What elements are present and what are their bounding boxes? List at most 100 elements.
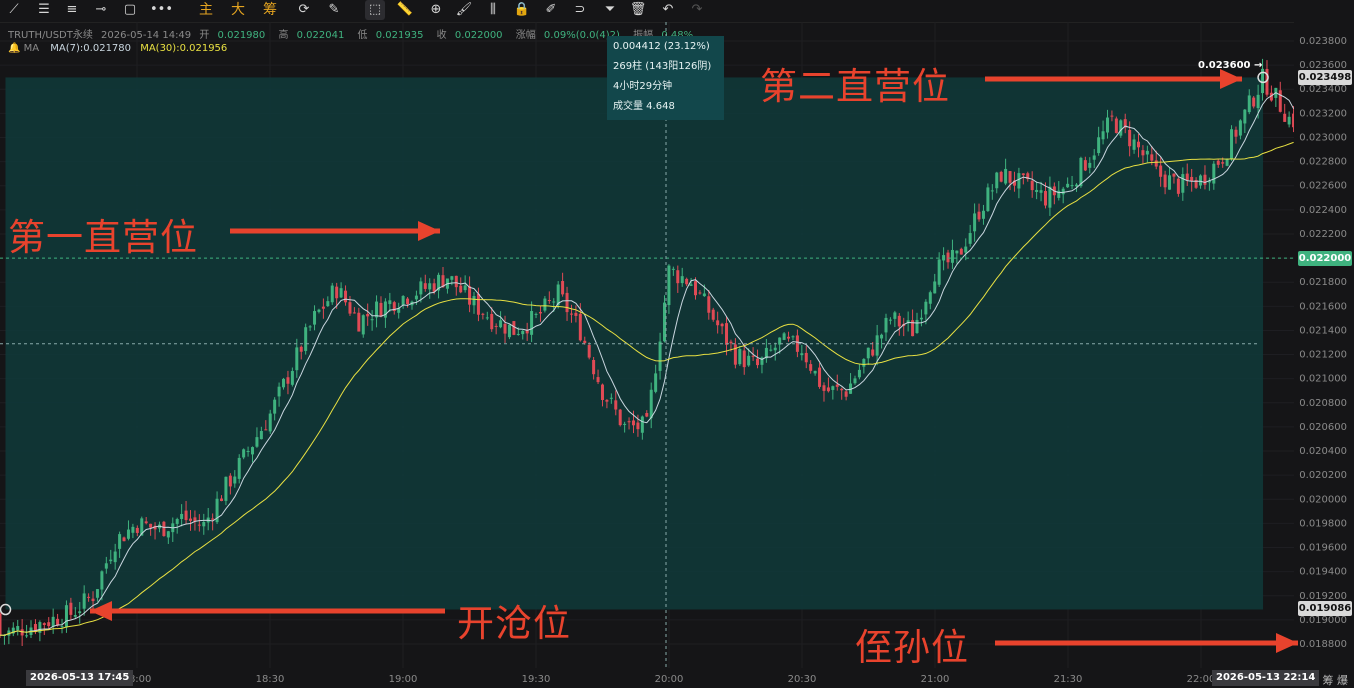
- candle-body: [317, 309, 321, 312]
- ruler-icon[interactable]: 📏: [395, 0, 415, 20]
- price-tick-label: 0.022800: [1299, 157, 1347, 168]
- candle-body: [1252, 97, 1256, 107]
- parallel-lines-icon[interactable]: ≡: [62, 0, 82, 20]
- redo-icon[interactable]: ↷: [687, 0, 707, 20]
- magnet-icon[interactable]: ⊃: [570, 0, 590, 20]
- candle-body: [184, 510, 188, 521]
- price-tick-label: 0.020000: [1299, 494, 1347, 505]
- candle-body: [246, 450, 250, 452]
- candle-body: [1225, 158, 1229, 166]
- candle-body: [414, 295, 418, 300]
- candle-body: [454, 275, 458, 288]
- more-dots-icon[interactable]: •••: [150, 0, 173, 20]
- candle-body: [228, 475, 232, 487]
- candle-body: [490, 313, 494, 330]
- candle-body: [379, 302, 383, 317]
- candle-body: [122, 537, 126, 542]
- candle-body: [264, 429, 268, 431]
- price-tick-label: 0.022600: [1299, 181, 1347, 192]
- candle-body: [1039, 190, 1043, 193]
- price-tick-label: 0.019000: [1299, 615, 1347, 626]
- price-tick-label: 0.021200: [1299, 350, 1347, 361]
- candle-body: [348, 302, 352, 314]
- candle-body: [658, 341, 662, 371]
- large-button[interactable]: 大: [228, 0, 248, 20]
- candle-body: [1238, 120, 1242, 136]
- candle-body: [667, 265, 671, 306]
- candle-body: [175, 519, 179, 524]
- annotation-stop-position: 侄孙位: [855, 626, 969, 669]
- candle-body: [844, 391, 848, 397]
- candle-body: [118, 534, 122, 549]
- candlestick-chart[interactable]: 0.023600 →0.0238000.0236000.0234000.0232…: [0, 22, 1354, 687]
- candle-body: [640, 416, 644, 433]
- candle-body: [463, 285, 467, 291]
- zoom-icon[interactable]: ⊕: [426, 0, 446, 20]
- candle-body: [729, 341, 733, 344]
- candle-body: [135, 527, 139, 533]
- candle-body: [188, 518, 192, 521]
- tooltip-duration: 4小时29分钟: [613, 81, 673, 92]
- candle-body: [1185, 173, 1189, 181]
- chips-button[interactable]: 筹: [260, 0, 280, 20]
- filter-icon[interactable]: ⏷: [600, 0, 620, 20]
- range-high-price-box: 0.023498: [1298, 70, 1352, 85]
- cursor-select-icon[interactable]: ⬚: [365, 0, 385, 20]
- candle-body: [268, 413, 272, 432]
- candle-body: [472, 295, 476, 306]
- candle-body: [1243, 109, 1247, 124]
- candle-body: [1256, 94, 1260, 109]
- candle-icon[interactable]: ⫼: [483, 0, 503, 20]
- edit-icon[interactable]: ✐: [541, 0, 561, 20]
- candle-body: [596, 377, 600, 383]
- lock-icon[interactable]: 🔒: [512, 0, 532, 20]
- rectangle-icon[interactable]: ▢: [120, 0, 140, 20]
- candle-body: [91, 598, 95, 602]
- candle-body: [406, 298, 410, 305]
- ray-icon[interactable]: ⊸: [91, 0, 111, 20]
- candle-body: [370, 319, 374, 321]
- main-chart-button[interactable]: 主: [196, 0, 216, 20]
- candle-body: [800, 353, 804, 356]
- corner-controls[interactable]: 筹 爆: [1323, 672, 1349, 688]
- drawing-toolbar: ⟋ ☰ ≡ ⊸ ▢ ••• 主大筹 ⟳ ✎ ⬚ 📏 ⊕ 🖌 ⫼ 🔒 ✐ ⊃ ⏷ 🗑 ↶ ↷: [0, 0, 1354, 23]
- candle-body: [631, 420, 635, 426]
- price-tick-label: 0.022400: [1299, 205, 1347, 216]
- candle-body: [16, 626, 20, 631]
- brush-icon[interactable]: 🖌: [454, 0, 474, 20]
- candle-body: [1199, 175, 1203, 186]
- trash-icon[interactable]: 🗑: [628, 0, 648, 20]
- pencil-icon[interactable]: ✎: [324, 0, 344, 20]
- candle-body: [1119, 120, 1123, 136]
- candle-body: [636, 422, 640, 430]
- candle-body: [308, 326, 312, 328]
- candle-body: [1106, 117, 1109, 133]
- candle-body: [197, 524, 201, 526]
- candle-body: [1176, 178, 1180, 194]
- price-tick-label: 0.021000: [1299, 374, 1347, 385]
- candle-body: [623, 423, 627, 425]
- candle-body: [787, 336, 791, 339]
- candle-body: [69, 602, 73, 615]
- price-tick-label: 0.021400: [1299, 325, 1347, 336]
- undo-icon[interactable]: ↶: [658, 0, 678, 20]
- candle-body: [711, 309, 715, 320]
- horizontal-lines-icon[interactable]: ☰: [34, 0, 54, 20]
- candle-body: [335, 286, 339, 299]
- range-low-price-box: 0.019086: [1298, 601, 1352, 616]
- candle-body: [534, 313, 538, 315]
- candle-body: [875, 335, 879, 356]
- candle-body: [1172, 173, 1176, 177]
- price-tick-label: 0.020200: [1299, 470, 1347, 481]
- candle-body: [645, 413, 649, 417]
- candle-body: [503, 323, 507, 334]
- candle-body: [853, 378, 857, 384]
- candle-body: [1083, 160, 1087, 171]
- candle-body: [64, 605, 68, 628]
- candle-body: [1234, 129, 1238, 137]
- cycle-icon[interactable]: ⟳: [294, 0, 314, 20]
- candle-body: [255, 437, 259, 447]
- trend-line-icon[interactable]: ⟋: [4, 0, 24, 20]
- range-measure-tooltip: 0.004412 (23.12%) 269柱 (143阳126阴) 4小时29分…: [607, 36, 724, 120]
- candle-body: [1230, 129, 1234, 159]
